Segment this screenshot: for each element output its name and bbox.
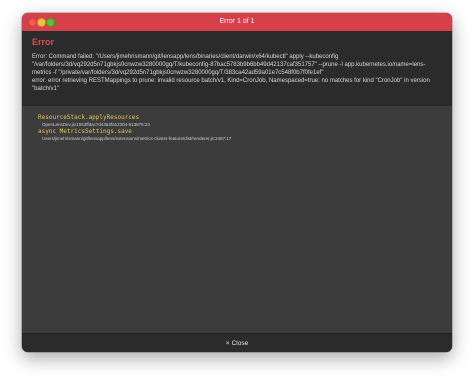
stack-frame-function: ResourceStack.applyResources bbox=[38, 114, 140, 121]
error-message: Error: Command failed: "/Users/jimehrism… bbox=[32, 54, 430, 92]
close-label: Close bbox=[231, 340, 249, 347]
stack-frame-location: Users/jimehrismann/git/lensapp/lens/exte… bbox=[42, 136, 232, 141]
stack-frame: ResourceStack.applyResources OpenLensDev… bbox=[38, 114, 150, 128]
stack-frame-function: async MetricsSettings.save bbox=[38, 128, 132, 135]
stack-frame: async MetricsSettings.save Users/jimehri… bbox=[38, 128, 231, 142]
window-title: Error 1 of 1 bbox=[219, 18, 255, 25]
error-heading: Error bbox=[32, 37, 55, 47]
title-bar: Error 1 of 1 bbox=[22, 13, 452, 31]
close-icon: × bbox=[225, 340, 230, 347]
stack-trace: ResourceStack.applyResources OpenLensDev… bbox=[22, 106, 452, 333]
close-button[interactable]: × Close bbox=[217, 338, 257, 349]
error-dialog-window: Error 1 of 1 Error Error: Command failed… bbox=[22, 13, 452, 352]
dialog-footer: × Close bbox=[22, 333, 452, 352]
error-panel: Error Error: Command failed: "/Users/jim… bbox=[22, 31, 452, 106]
